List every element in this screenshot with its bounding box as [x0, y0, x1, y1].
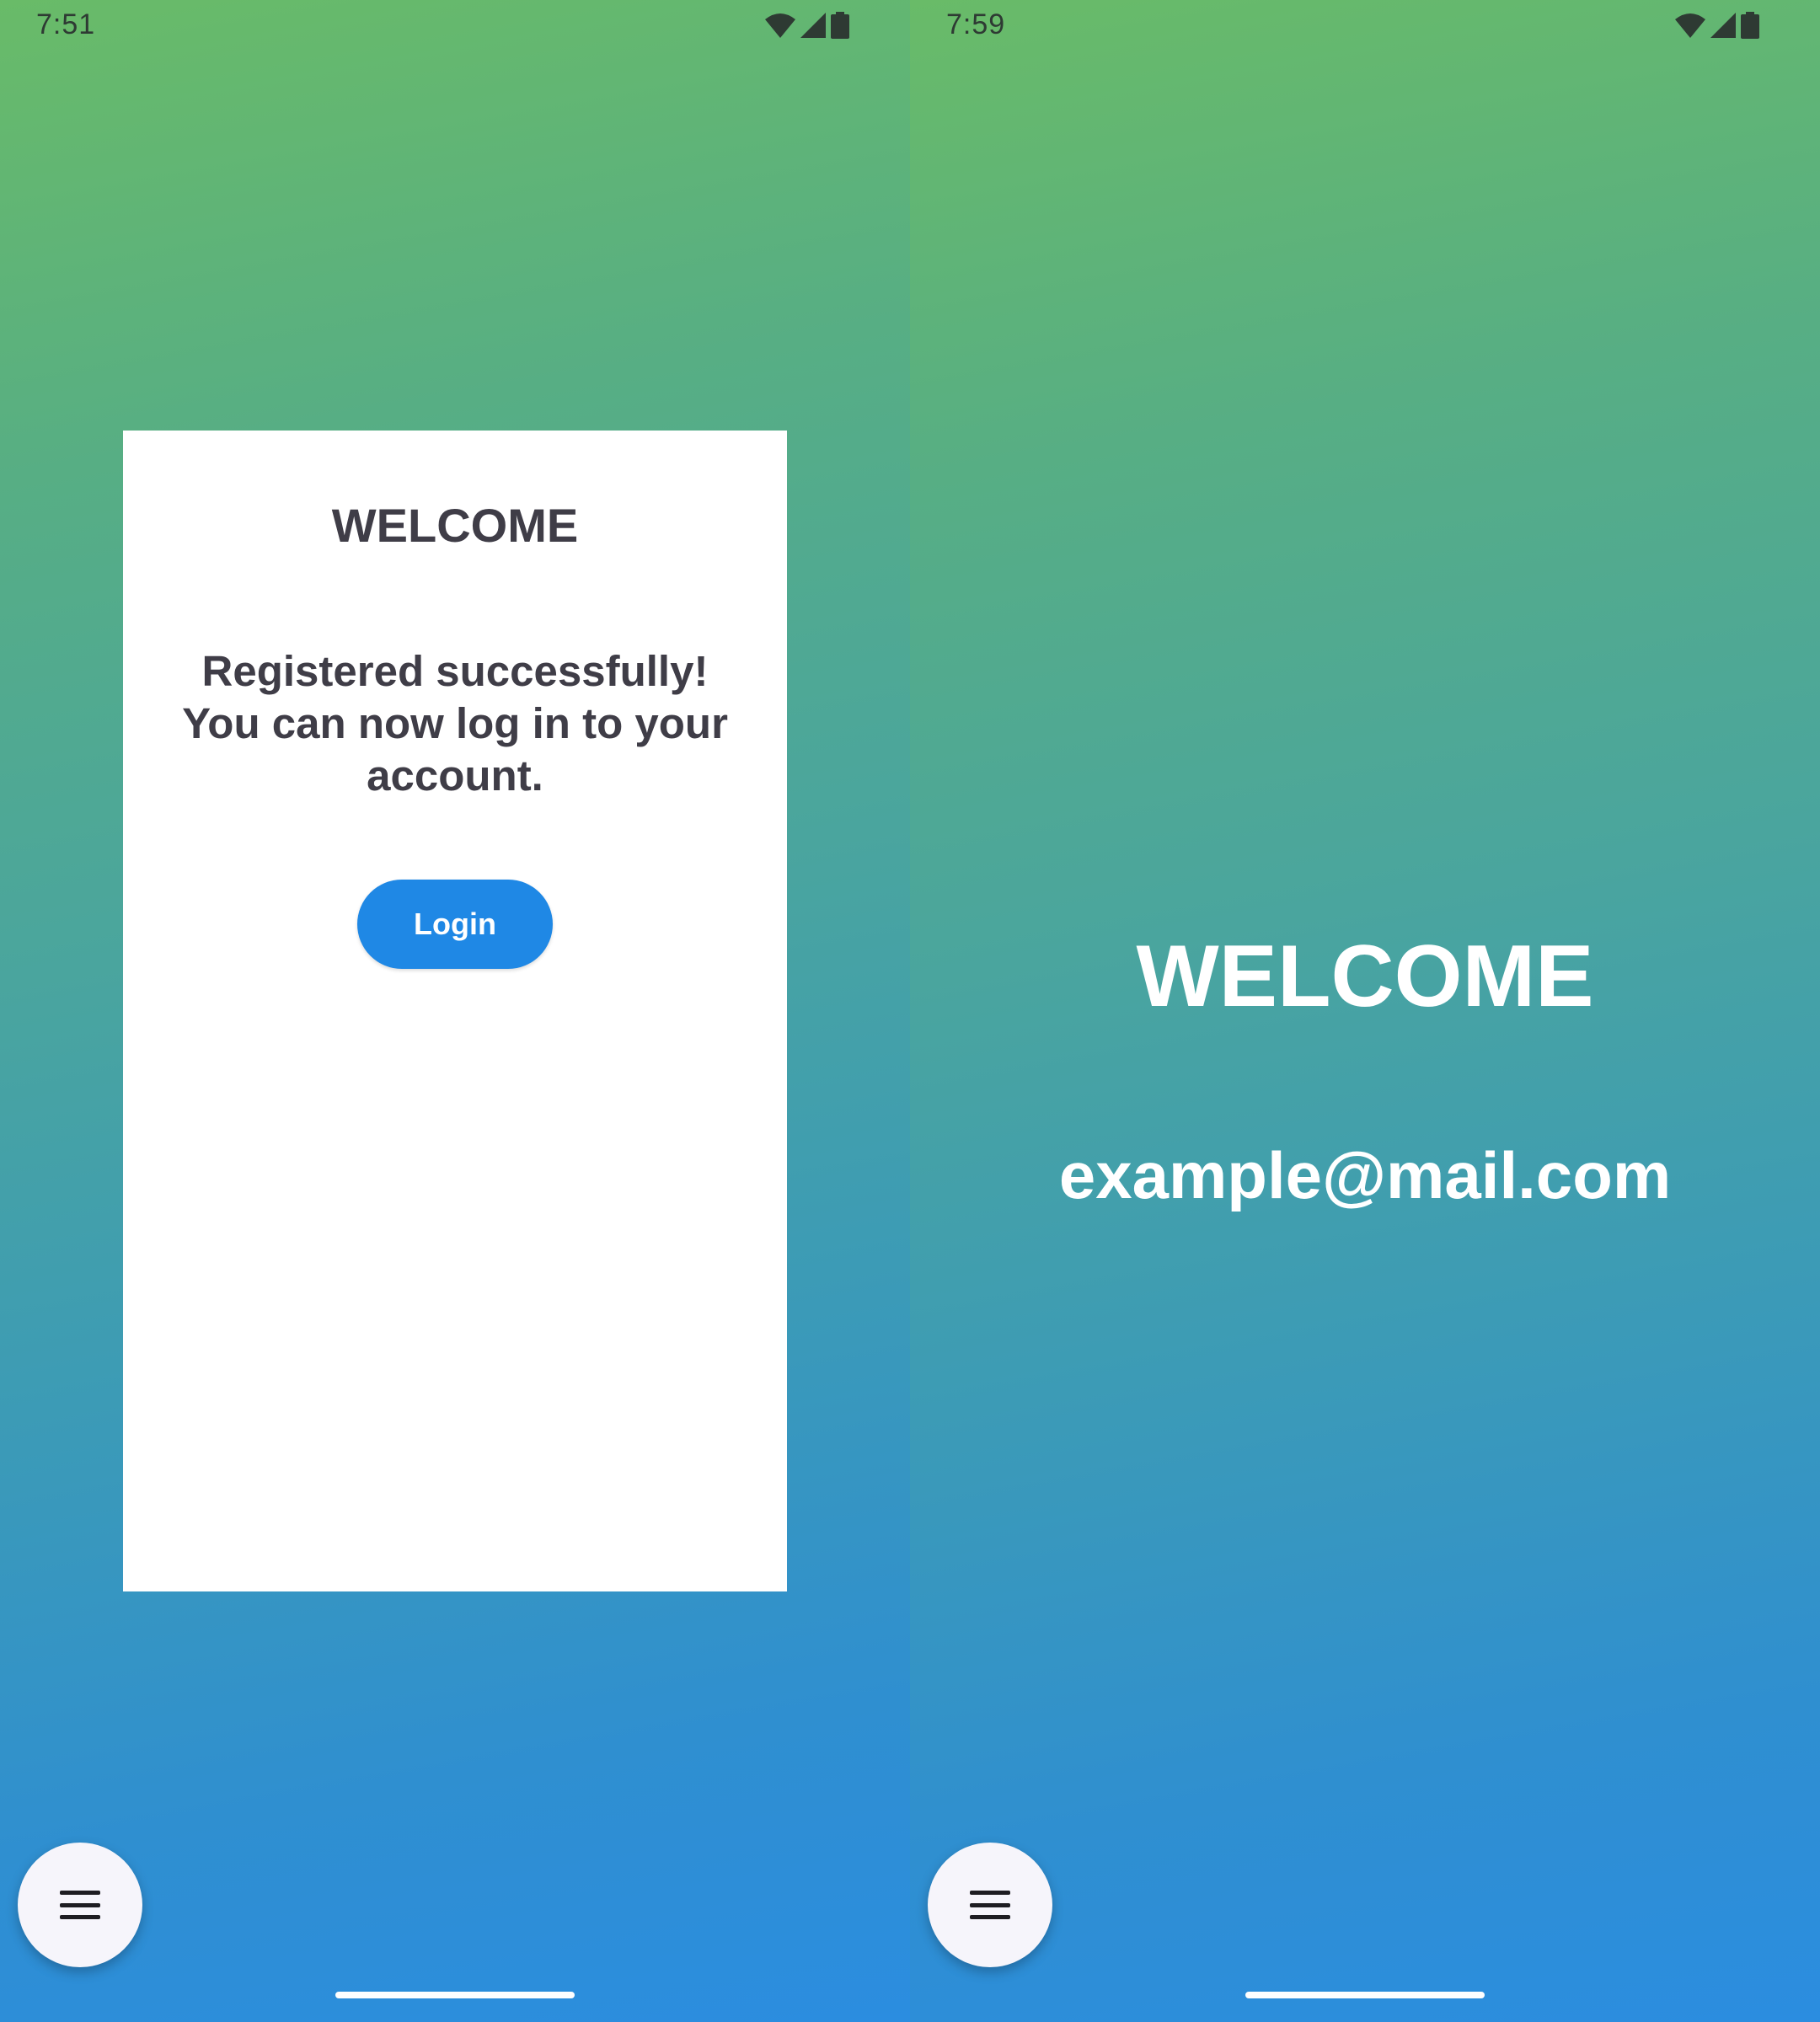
login-button[interactable]: Login [357, 880, 553, 969]
status-icons [1675, 12, 1759, 39]
status-bar: 7:59 [910, 0, 1820, 51]
wifi-icon [765, 13, 795, 38]
status-bar: 7:51 [0, 0, 910, 51]
status-time: 7:51 [36, 8, 96, 40]
screenshot-stage: 7:51 WELCOME Registered successfully! Yo… [0, 0, 1820, 2022]
battery-icon [831, 12, 849, 39]
left-phone-screen: 7:51 WELCOME Registered successfully! Yo… [0, 0, 910, 2022]
registration-success-message: Registered successfully! You can now log… [182, 647, 728, 800]
card-title: WELCOME [331, 499, 579, 552]
menu-fab-button[interactable] [18, 1843, 142, 1967]
right-phone-screen: 7:59 WELCOME example@mail.com [910, 0, 1820, 2022]
welcome-card: WELCOME Registered successfully! You can… [123, 431, 787, 1591]
cell-signal-icon [1710, 13, 1736, 38]
status-time: 7:59 [946, 8, 1006, 40]
user-email: example@mail.com [1058, 1138, 1672, 1212]
status-icons [765, 12, 849, 39]
welcome-title: WELCOME [1136, 928, 1594, 1025]
menu-fab-button[interactable] [928, 1843, 1052, 1967]
menu-icon [60, 1891, 100, 1919]
menu-icon [970, 1891, 1010, 1919]
wifi-icon [1675, 13, 1705, 38]
cell-signal-icon [800, 13, 826, 38]
battery-icon [1741, 12, 1759, 39]
gesture-navigation-bar[interactable] [1245, 1992, 1485, 1998]
gesture-navigation-bar[interactable] [335, 1992, 575, 1998]
